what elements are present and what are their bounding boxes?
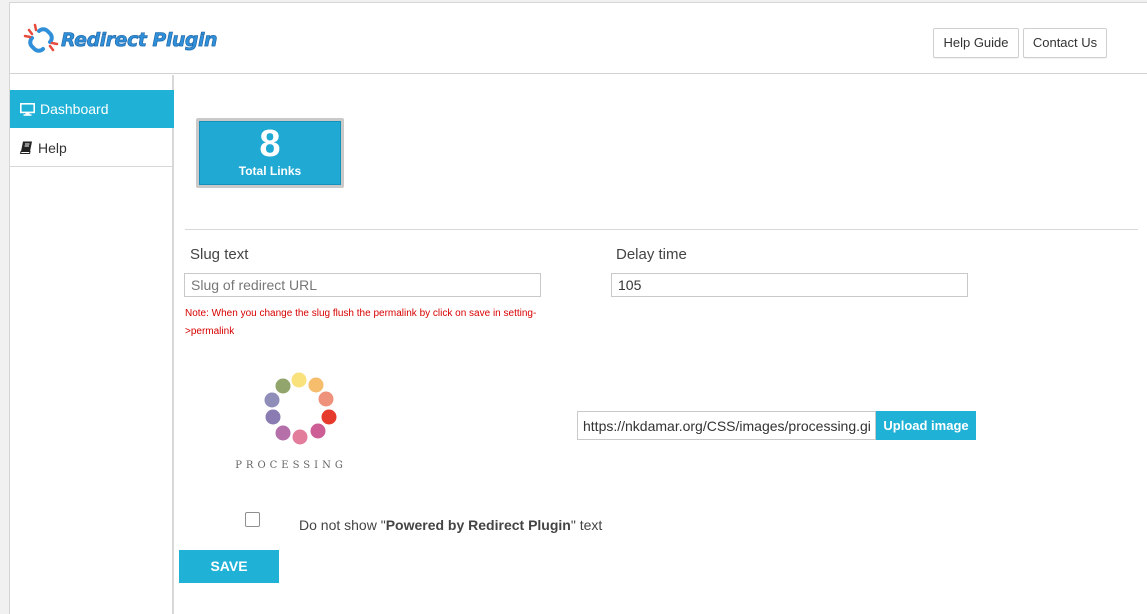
upload-image-button[interactable]: Upload image bbox=[876, 411, 976, 440]
hide-powered-checkbox[interactable] bbox=[245, 512, 260, 527]
contact-us-button[interactable]: Contact Us bbox=[1023, 28, 1107, 58]
sidebar-item-help[interactable]: Help bbox=[10, 129, 174, 167]
sidebar: Dashboard Help bbox=[10, 75, 174, 614]
sidebar-item-label: Help bbox=[38, 139, 67, 156]
processing-image: PROCESSING bbox=[235, 372, 347, 471]
total-links-label: Total Links bbox=[238, 164, 302, 178]
slug-label: Slug text bbox=[190, 246, 249, 263]
processing-caption: PROCESSING bbox=[235, 460, 347, 471]
image-url-input[interactable] bbox=[577, 411, 876, 440]
sidebar-item-label: Dashboard bbox=[40, 101, 109, 117]
delay-input[interactable] bbox=[611, 273, 968, 297]
total-links-value: 8 bbox=[259, 123, 281, 165]
slug-input[interactable] bbox=[184, 273, 541, 297]
book-icon bbox=[20, 141, 32, 154]
help-guide-button[interactable]: Help Guide bbox=[933, 28, 1019, 58]
logo[interactable]: Redirect Plugin bbox=[22, 21, 218, 59]
processing-spinner-icon bbox=[264, 372, 337, 445]
sidebar-item-dashboard[interactable]: Dashboard bbox=[10, 90, 174, 128]
total-links-card: 8 Total Links bbox=[196, 118, 344, 188]
delay-label: Delay time bbox=[616, 246, 687, 263]
powered-by-prefix: Do not show " bbox=[299, 517, 386, 533]
powered-by-suffix: " text bbox=[570, 517, 603, 533]
monitor-icon bbox=[20, 102, 35, 116]
header: Redirect Plugin Help Guide Contact Us bbox=[10, 3, 1147, 74]
save-button[interactable]: SAVE bbox=[179, 550, 279, 583]
section-divider bbox=[185, 229, 1138, 230]
powered-by-text: Do not show "Powered by Redirect Plugin"… bbox=[299, 517, 602, 533]
powered-by-bold: Powered by Redirect Plugin bbox=[385, 517, 571, 533]
broken-link-icon bbox=[23, 23, 59, 53]
logo-text: Redirect Plugin bbox=[61, 29, 218, 52]
slug-note: Note: When you change the slug flush the… bbox=[185, 308, 537, 337]
